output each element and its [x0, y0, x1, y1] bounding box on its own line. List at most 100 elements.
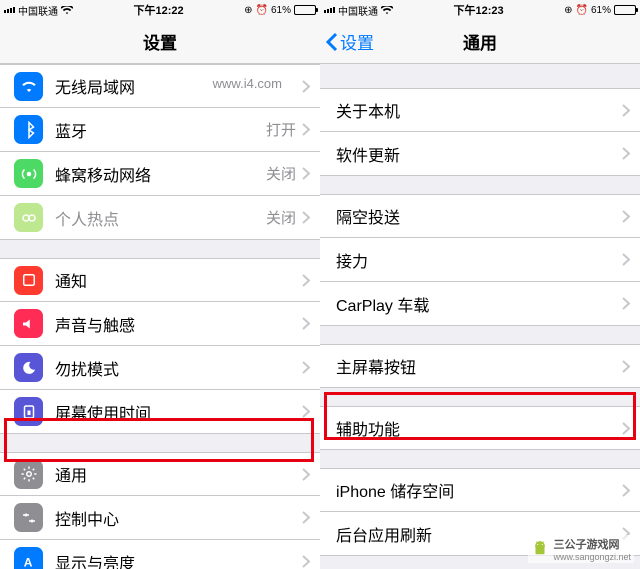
- row-notifications[interactable]: 通知: [0, 258, 320, 302]
- group-general: 通用 控制中心 A 显示与亮度 墙纸: [0, 452, 320, 569]
- battery-pct-label: 61%: [271, 5, 291, 16]
- alarm-icon: ⏰: [256, 5, 268, 16]
- display-icon: A: [14, 547, 43, 569]
- back-button[interactable]: 设置: [326, 29, 374, 54]
- chevron-right-icon: [302, 167, 310, 180]
- battery-icon: [294, 5, 316, 15]
- wifi-icon: [381, 6, 393, 15]
- group-about: 关于本机 软件更新: [320, 88, 640, 176]
- svg-text:A: A: [23, 555, 32, 569]
- row-label: 关于本机: [336, 98, 622, 122]
- carrier-label: 中国联通: [338, 3, 378, 18]
- back-label: 设置: [340, 29, 374, 54]
- row-about[interactable]: 关于本机: [320, 88, 640, 132]
- row-general[interactable]: 通用: [0, 452, 320, 496]
- battery-icon: [614, 5, 636, 15]
- row-label: 软件更新: [336, 142, 622, 166]
- chevron-left-icon: [326, 32, 338, 52]
- chevron-right-icon: [302, 361, 310, 374]
- chevron-right-icon: [622, 253, 630, 266]
- wifi-icon: [61, 6, 73, 15]
- chevron-right-icon: [302, 468, 310, 481]
- row-label: 显示与亮度: [55, 550, 302, 569]
- chevron-right-icon: [302, 555, 310, 568]
- chevron-right-icon: [622, 210, 630, 223]
- row-airdrop[interactable]: 隔空投送: [320, 194, 640, 238]
- row-label: 通用: [55, 462, 302, 486]
- clock-label: 下午12:22: [134, 2, 184, 18]
- group-homebutton: 主屏幕按钮: [320, 344, 640, 388]
- row-label: 隔空投送: [336, 204, 622, 228]
- settings-screen: 中国联通 下午12:22 ⊕ ⏰ 61% 设置 www.i4.com 无线局域网…: [0, 0, 320, 569]
- nav-bar: 设置: [0, 20, 320, 64]
- dnd-icon: [14, 353, 43, 382]
- android-icon: [531, 540, 549, 558]
- screentime-icon: [14, 397, 43, 426]
- row-label: 蓝牙: [55, 118, 266, 142]
- chevron-right-icon: [302, 123, 310, 136]
- group-notifications: 通知 声音与触感 勿扰模式 屏幕使用时间: [0, 258, 320, 434]
- orientation-lock-icon: ⊕: [564, 5, 572, 16]
- gear-icon: [14, 460, 43, 489]
- hotspot-icon: [14, 203, 43, 232]
- chevron-right-icon: [302, 211, 310, 224]
- chevron-right-icon: [302, 405, 310, 418]
- carrier-label: 中国联通: [18, 3, 58, 18]
- chevron-right-icon: [302, 80, 310, 93]
- row-display[interactable]: A 显示与亮度: [0, 540, 320, 569]
- row-screentime[interactable]: 屏幕使用时间: [0, 390, 320, 434]
- chevron-right-icon: [622, 360, 630, 373]
- row-label: 辅助功能: [336, 416, 622, 440]
- nav-bar: 设置 通用: [320, 20, 640, 64]
- row-software-update[interactable]: 软件更新: [320, 132, 640, 176]
- row-sounds[interactable]: 声音与触感: [0, 302, 320, 346]
- row-label: 蜂窝移动网络: [55, 162, 266, 186]
- wm-url: www.sangongzi.net: [553, 552, 631, 562]
- row-label: 勿扰模式: [55, 356, 302, 380]
- general-screen: 中国联通 下午12:23 ⊕ ⏰ 61% 设置 通用 关于本机 软件更新 隔空投…: [320, 0, 640, 569]
- clock-label: 下午12:23: [454, 2, 504, 18]
- chevron-right-icon: [302, 511, 310, 524]
- chevron-right-icon: [302, 317, 310, 330]
- row-label: CarPlay 车载: [336, 292, 622, 316]
- row-storage[interactable]: iPhone 储存空间: [320, 468, 640, 512]
- row-control-center[interactable]: 控制中心: [0, 496, 320, 540]
- chevron-right-icon: [622, 422, 630, 435]
- row-bluetooth[interactable]: 蓝牙 打开: [0, 108, 320, 152]
- row-dnd[interactable]: 勿扰模式: [0, 346, 320, 390]
- row-cellular[interactable]: 蜂窝移动网络 关闭: [0, 152, 320, 196]
- group-airdrop: 隔空投送 接力 CarPlay 车载: [320, 194, 640, 326]
- row-label: 接力: [336, 248, 622, 272]
- row-label: 通知: [55, 268, 302, 292]
- wm-title: 三公子游戏网: [553, 536, 631, 552]
- row-label: 屏幕使用时间: [55, 400, 302, 424]
- row-accessibility[interactable]: 辅助功能: [320, 406, 640, 450]
- row-value: 关闭: [266, 207, 296, 228]
- battery-pct-label: 61%: [591, 5, 611, 16]
- bluetooth-icon: [14, 115, 43, 144]
- cellular-icon: [14, 159, 43, 188]
- chevron-right-icon: [622, 104, 630, 117]
- watermark-text: www.i4.com: [213, 76, 282, 91]
- notifications-icon: [14, 266, 43, 295]
- source-watermark: 三公子游戏网 www.sangongzi.net: [528, 535, 634, 563]
- row-label: iPhone 储存空间: [336, 478, 622, 502]
- page-title: 设置: [143, 29, 177, 54]
- wifi-icon: [14, 72, 43, 101]
- status-bar: 中国联通 下午12:22 ⊕ ⏰ 61%: [0, 0, 320, 20]
- sounds-icon: [14, 309, 43, 338]
- control-center-icon: [14, 503, 43, 532]
- chevron-right-icon: [302, 274, 310, 287]
- row-handoff[interactable]: 接力: [320, 238, 640, 282]
- row-value: 关闭: [266, 163, 296, 184]
- status-bar: 中国联通 下午12:23 ⊕ ⏰ 61%: [320, 0, 640, 20]
- row-label: 主屏幕按钮: [336, 354, 622, 378]
- signal-icon: [4, 7, 15, 13]
- group-accessibility: 辅助功能: [320, 406, 640, 450]
- alarm-icon: ⏰: [576, 5, 588, 16]
- orientation-lock-icon: ⊕: [244, 5, 252, 16]
- row-hotspot[interactable]: 个人热点 关闭: [0, 196, 320, 240]
- row-carplay[interactable]: CarPlay 车载: [320, 282, 640, 326]
- row-home-button[interactable]: 主屏幕按钮: [320, 344, 640, 388]
- row-label: 控制中心: [55, 506, 302, 530]
